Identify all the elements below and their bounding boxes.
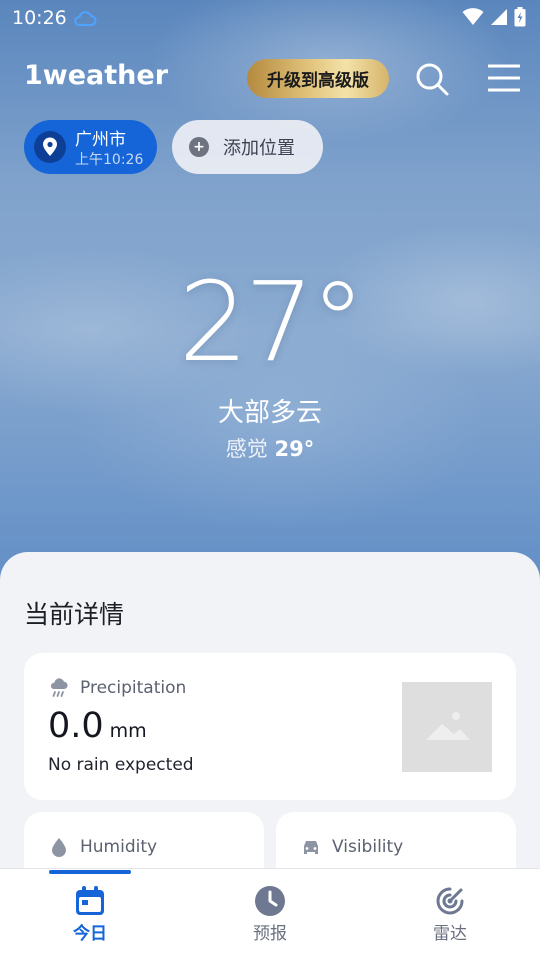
car-icon: [304, 841, 318, 854]
rain-cloud-icon: [50, 678, 68, 697]
nav-label-today: 今日: [73, 924, 107, 944]
status-indicators: [462, 7, 526, 27]
nav-label-radar: 雷达: [433, 924, 467, 944]
precipitation-unit: mm: [109, 720, 147, 742]
add-location-button[interactable]: + 添加位置: [172, 120, 323, 174]
visibility-label: Visibility: [332, 837, 404, 857]
hamburger-menu-icon: [487, 64, 521, 92]
location-city: 广州市: [75, 130, 126, 150]
radar-icon: [434, 885, 466, 917]
precipitation-label: Precipitation: [80, 678, 187, 698]
battery-icon: [514, 7, 526, 27]
image-placeholder-icon: [426, 712, 470, 740]
clock-icon: [254, 885, 286, 917]
location-time: 上午10:26: [75, 152, 144, 168]
precipitation-description: No rain expected: [48, 755, 194, 775]
humidity-header: Humidity: [48, 836, 157, 858]
precipitation-image-placeholder: [402, 682, 492, 772]
app-logo: 1weather: [24, 60, 169, 91]
status-bar: 10:26: [0, 0, 540, 36]
add-location-label: 添加位置: [223, 138, 295, 159]
menu-button[interactable]: [487, 63, 521, 93]
feels-like-label: 感觉: [225, 437, 268, 461]
nav-tab-forecast[interactable]: 预报: [180, 869, 360, 960]
bottom-navigation: 今日 预报 雷达: [0, 868, 540, 960]
precipitation-amount: 0.0 mm: [48, 706, 147, 746]
calendar-icon: [74, 885, 106, 917]
location-pin-icon: [34, 131, 66, 163]
nav-tab-radar[interactable]: 雷达: [360, 869, 540, 960]
water-drop-icon: [52, 838, 66, 857]
current-temperature: 27°: [178, 258, 366, 386]
active-tab-indicator: [49, 870, 131, 874]
visibility-header: Visibility: [300, 836, 403, 858]
wifi-icon: [462, 8, 484, 25]
weather-condition: 大部多云: [217, 398, 322, 428]
feels-like: 感觉 29°: [0, 433, 540, 463]
precipitation-header: Precipitation: [48, 677, 186, 699]
upgrade-premium-button[interactable]: 升级到高级版: [247, 59, 389, 98]
current-location-chip[interactable]: 广州市 上午10:26: [24, 120, 157, 174]
section-title: 当前详情: [24, 600, 125, 629]
status-time: 10:26: [12, 7, 67, 29]
search-icon: [416, 63, 449, 96]
nav-label-forecast: 预报: [253, 924, 287, 944]
precipitation-card[interactable]: Precipitation 0.0 mm No rain expected: [24, 653, 516, 800]
cloud-sync-icon: [73, 9, 97, 31]
add-location-icon: +: [189, 137, 209, 157]
search-button[interactable]: [414, 61, 450, 97]
precipitation-value: 0.0: [48, 706, 104, 746]
signal-icon: [491, 9, 507, 25]
feels-like-value: 29°: [274, 437, 315, 461]
nav-tab-today[interactable]: 今日: [0, 869, 180, 960]
humidity-label: Humidity: [80, 837, 158, 857]
